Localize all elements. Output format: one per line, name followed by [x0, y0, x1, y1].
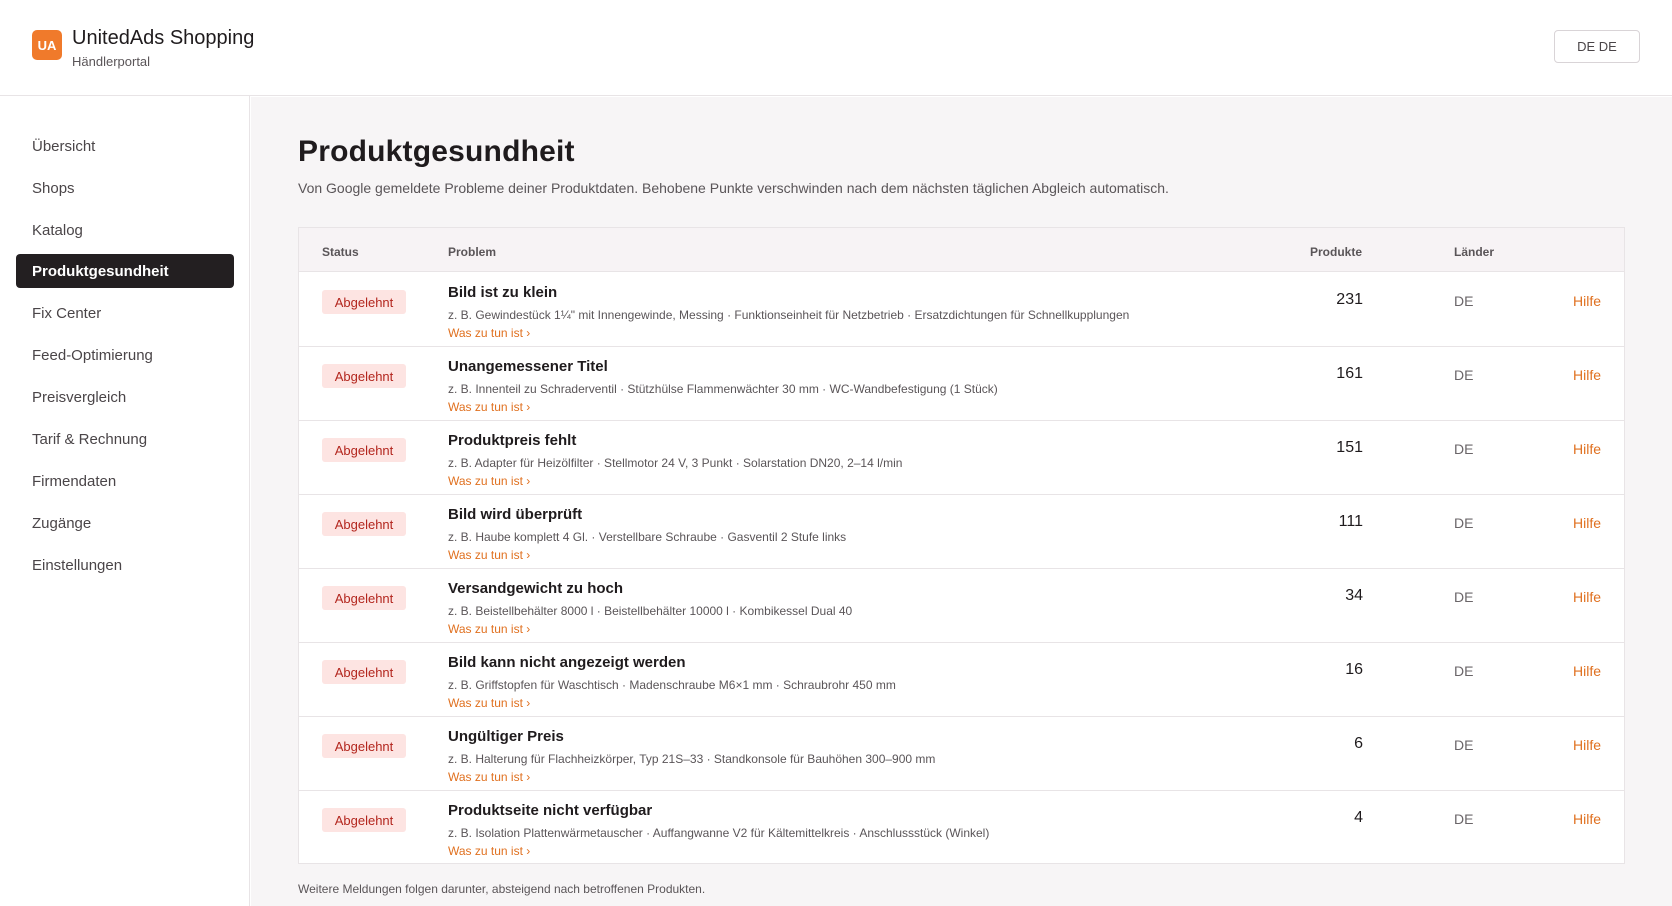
table-row: Abgelehnt Produktseite nicht verfügbar z…: [299, 791, 1624, 865]
country: DE: [1454, 811, 1474, 827]
main-content: Produktgesundheit Von Google gemeldete P…: [251, 97, 1672, 906]
product-count: 151: [1336, 439, 1363, 456]
product-count: 16: [1345, 661, 1363, 678]
product-count: 231: [1336, 291, 1363, 308]
help-link[interactable]: Hilfe: [1573, 441, 1601, 457]
problem-examples: z. B. Isolation Plattenwärmetauscher · A…: [448, 826, 990, 840]
sidebar-item-feed-optimierung[interactable]: Feed-Optimierung: [16, 338, 234, 372]
table-row: Abgelehnt Bild wird überprüft z. B. Haub…: [299, 495, 1624, 569]
what-to-do-link[interactable]: Was zu tun ist ›: [448, 696, 530, 710]
product-count: 161: [1336, 365, 1363, 382]
problem-title: Produktpreis fehlt: [448, 432, 577, 449]
country: DE: [1454, 367, 1474, 383]
status-badge: Abgelehnt: [322, 586, 406, 610]
country: DE: [1454, 293, 1474, 309]
sidebar: Übersicht Shops Katalog Produktgesundhei…: [0, 96, 250, 906]
help-link[interactable]: Hilfe: [1573, 737, 1601, 753]
what-to-do-link[interactable]: Was zu tun ist ›: [448, 548, 530, 562]
sidebar-item-shops[interactable]: Shops: [16, 171, 234, 205]
sidebar-item-preisvergleich[interactable]: Preisvergleich: [16, 380, 234, 414]
sidebar-item-einstellungen[interactable]: Einstellungen: [16, 548, 234, 582]
brand-subtitle: Händlerportal: [72, 54, 151, 69]
product-count: 6: [1354, 735, 1363, 752]
problem-title: Versandgewicht zu hoch: [448, 580, 624, 597]
what-to-do-link[interactable]: Was zu tun ist ›: [448, 326, 530, 340]
status-badge: Abgelehnt: [322, 364, 406, 388]
status-badge: Abgelehnt: [322, 808, 406, 832]
sidebar-item-uebersicht[interactable]: Übersicht: [16, 129, 234, 163]
language-button[interactable]: DE DE: [1554, 30, 1640, 63]
column-countries: Länder: [1454, 245, 1495, 259]
sidebar-item-firmendaten[interactable]: Firmendaten: [16, 464, 234, 498]
table-row: Abgelehnt Versandgewicht zu hoch z. B. B…: [299, 569, 1624, 643]
help-link[interactable]: Hilfe: [1573, 663, 1601, 679]
country: DE: [1454, 515, 1474, 531]
column-status: Status: [322, 245, 359, 259]
sidebar-item-fix-center[interactable]: Fix Center: [16, 296, 234, 330]
table-header: Status Problem Produkte Länder: [299, 228, 1624, 272]
help-link[interactable]: Hilfe: [1573, 293, 1601, 309]
app-header: UA UnitedAds Shopping Händlerportal DE D…: [0, 0, 1672, 96]
status-badge: Abgelehnt: [322, 438, 406, 462]
problem-examples: z. B. Innenteil zu Schraderventil · Stüt…: [448, 382, 998, 396]
column-problem: Problem: [448, 245, 497, 259]
problem-title: Produktseite nicht verfügbar: [448, 802, 653, 819]
page-title: Produktgesundheit: [298, 135, 575, 168]
problem-examples: z. B. Gewindestück 1¼" mit Innengewinde,…: [448, 308, 1130, 322]
column-products: Produkte: [1310, 245, 1363, 259]
sidebar-item-produktgesundheit[interactable]: Produktgesundheit: [16, 254, 234, 288]
what-to-do-link[interactable]: Was zu tun ist ›: [448, 622, 530, 636]
brand-logo[interactable]: UA: [32, 30, 62, 60]
problem-title: Bild ist zu klein: [448, 284, 558, 301]
status-badge: Abgelehnt: [322, 290, 406, 314]
table-row: Abgelehnt Unangemessener Titel z. B. Inn…: [299, 347, 1624, 421]
status-badge: Abgelehnt: [322, 512, 406, 536]
page-description: Von Google gemeldete Probleme deiner Pro…: [298, 180, 1169, 196]
issues-table: Status Problem Produkte Länder Abgelehnt…: [298, 227, 1625, 864]
table-row: Abgelehnt Bild kann nicht angezeigt werd…: [299, 643, 1624, 717]
status-badge: Abgelehnt: [322, 660, 406, 684]
problem-title: Unangemessener Titel: [448, 358, 608, 375]
brand-title: UnitedAds Shopping: [72, 27, 255, 49]
table-row: Abgelehnt Bild ist zu klein z. B. Gewind…: [299, 273, 1624, 347]
problem-examples: z. B. Haube komplett 4 Gl. · Verstellbar…: [448, 530, 847, 544]
product-count: 111: [1338, 513, 1363, 530]
help-link[interactable]: Hilfe: [1573, 367, 1601, 383]
problem-title: Bild kann nicht angezeigt werden: [448, 654, 686, 671]
sidebar-item-tarif-rechnung[interactable]: Tarif & Rechnung: [16, 422, 234, 456]
sidebar-item-zugaenge[interactable]: Zugänge: [16, 506, 234, 540]
help-link[interactable]: Hilfe: [1573, 589, 1601, 605]
status-badge: Abgelehnt: [322, 734, 406, 758]
problem-examples: z. B. Griffstopfen für Waschtisch · Made…: [448, 678, 896, 692]
sidebar-item-katalog[interactable]: Katalog: [16, 213, 234, 247]
country: DE: [1454, 737, 1474, 753]
product-count: 34: [1345, 587, 1363, 604]
product-count: 4: [1354, 809, 1363, 826]
problem-examples: z. B. Halterung für Flachheizkörper, Typ…: [448, 752, 936, 766]
what-to-do-link[interactable]: Was zu tun ist ›: [448, 844, 530, 858]
country: DE: [1454, 441, 1474, 457]
problem-examples: z. B. Beistellbehälter 8000 l · Beistell…: [448, 604, 853, 618]
help-link[interactable]: Hilfe: [1573, 811, 1601, 827]
country: DE: [1454, 663, 1474, 679]
problem-examples: z. B. Adapter für Heizölfilter · Stellmo…: [448, 456, 903, 470]
brand: UnitedAds Shopping Händlerportal: [72, 27, 254, 69]
problem-title: Bild wird überprüft: [448, 506, 583, 523]
footer-note: Weitere Meldungen folgen darunter, abste…: [298, 882, 706, 896]
table-row: Abgelehnt Produktpreis fehlt z. B. Adapt…: [299, 421, 1624, 495]
country: DE: [1454, 589, 1474, 605]
what-to-do-link[interactable]: Was zu tun ist ›: [448, 474, 530, 488]
table-row: Abgelehnt Ungültiger Preis z. B. Halteru…: [299, 717, 1624, 791]
what-to-do-link[interactable]: Was zu tun ist ›: [448, 400, 530, 414]
help-link[interactable]: Hilfe: [1573, 515, 1601, 531]
what-to-do-link[interactable]: Was zu tun ist ›: [448, 770, 530, 784]
problem-title: Ungültiger Preis: [448, 728, 564, 745]
